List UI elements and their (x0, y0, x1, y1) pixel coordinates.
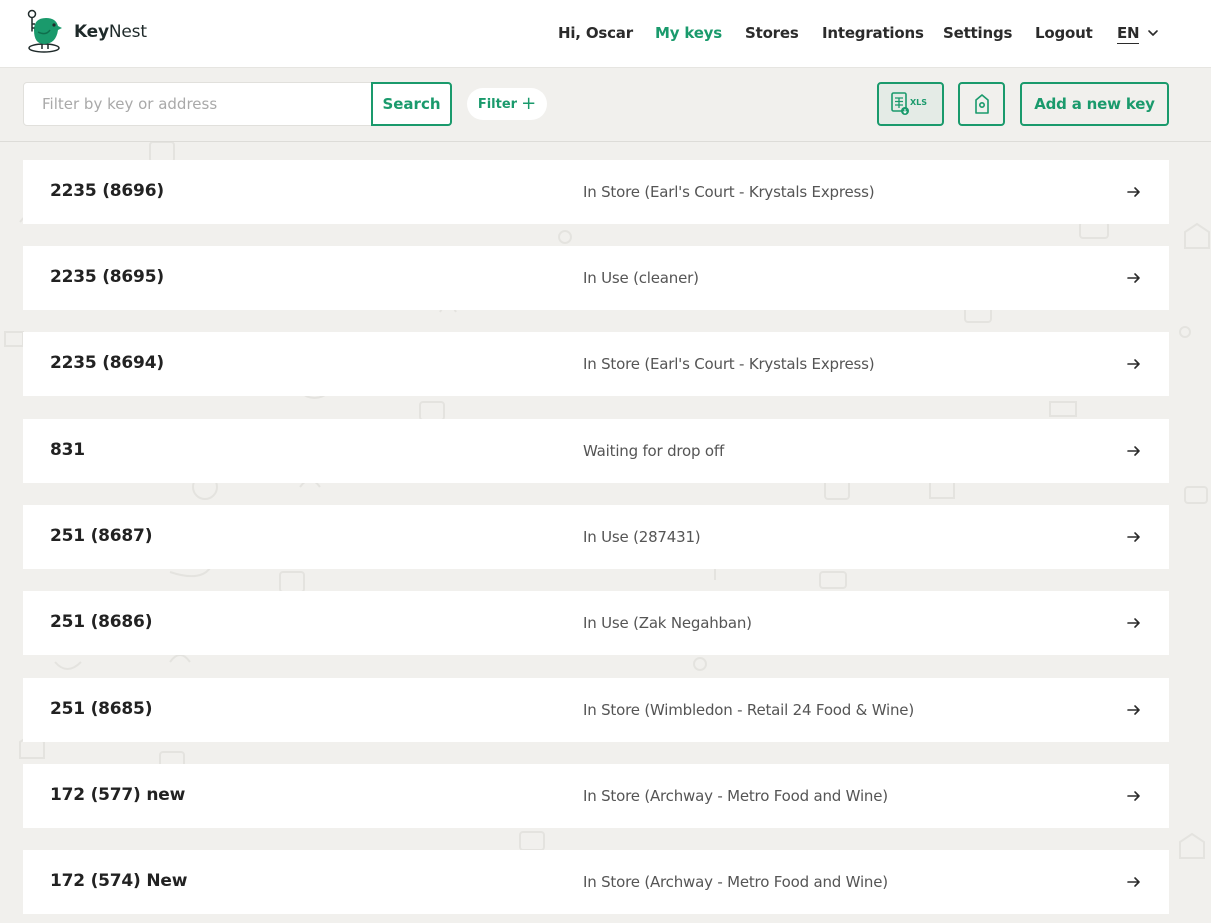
key-name: 831 (50, 440, 85, 460)
key-tag-icon (974, 94, 989, 114)
key-name: 2235 (8694) (50, 353, 164, 373)
key-status: In Store (Archway - Metro Food and Wine) (583, 787, 888, 805)
arrow-right-icon[interactable] (1126, 270, 1142, 286)
key-status: In Store (Earl's Court - Krystals Expres… (583, 183, 875, 201)
spreadsheet-export-icon: XLS (890, 92, 927, 115)
key-row[interactable]: 2235 (8696) In Store (Earl's Court - Kry… (23, 160, 1169, 224)
key-row[interactable]: 831 Waiting for drop off (23, 419, 1169, 483)
filter-label: Filter (477, 96, 518, 112)
key-status: In Store (Earl's Court - Krystals Expres… (583, 355, 875, 373)
brand-name: KeyNest (74, 22, 147, 42)
greeting-text: Hi, Oscar (558, 24, 633, 42)
key-row[interactable]: 2235 (8695) In Use (cleaner) (23, 246, 1169, 310)
key-status: In Use (cleaner) (583, 269, 699, 287)
keynest-logo[interactable]: KeyNest (24, 8, 147, 56)
key-name: 172 (577) new (50, 785, 186, 805)
xls-label: XLS (910, 98, 927, 107)
key-row[interactable]: 251 (8687) In Use (287431) (23, 505, 1169, 569)
key-status: In Use (287431) (583, 528, 701, 546)
toolbar: Search Filter + XLS Add a new key (0, 68, 1211, 142)
nav-my-keys[interactable]: My keys (655, 24, 722, 42)
arrow-right-icon[interactable] (1126, 356, 1142, 372)
nav-integrations[interactable]: Integrations (822, 24, 924, 42)
nav-stores[interactable]: Stores (745, 24, 799, 42)
key-status: In Use (Zak Negahban) (583, 614, 752, 632)
arrow-right-icon[interactable] (1126, 788, 1142, 804)
arrow-right-icon[interactable] (1126, 529, 1142, 545)
nav-logout[interactable]: Logout (1035, 24, 1093, 42)
add-new-key-button[interactable]: Add a new key (1020, 82, 1169, 126)
key-name: 2235 (8695) (50, 267, 164, 287)
filter-button[interactable]: Filter + (467, 88, 547, 120)
key-tag-button[interactable] (958, 82, 1005, 126)
bird-logo-icon (27, 9, 62, 53)
arrow-right-icon[interactable] (1126, 443, 1142, 459)
arrow-right-icon[interactable] (1126, 874, 1142, 890)
key-name: 251 (8685) (50, 699, 153, 719)
key-row[interactable]: 172 (577) new In Store (Archway - Metro … (23, 764, 1169, 828)
export-xls-button[interactable]: XLS (877, 82, 944, 126)
key-row[interactable]: 172 (574) New In Store (Archway - Metro … (23, 850, 1169, 914)
key-name: 251 (8687) (50, 526, 153, 546)
nav-settings[interactable]: Settings (943, 24, 1012, 42)
key-status: In Store (Archway - Metro Food and Wine) (583, 873, 888, 891)
search-button[interactable]: Search (371, 82, 452, 126)
key-name: 251 (8686) (50, 612, 153, 632)
plus-icon: + (521, 93, 537, 114)
key-row[interactable]: 2235 (8694) In Store (Earl's Court - Kry… (23, 332, 1169, 396)
key-status: Waiting for drop off (583, 442, 725, 460)
arrow-right-icon[interactable] (1126, 184, 1142, 200)
chevron-down-icon[interactable] (1146, 26, 1160, 40)
key-row[interactable]: 251 (8685) In Store (Wimbledon - Retail … (23, 678, 1169, 742)
arrow-right-icon[interactable] (1126, 702, 1142, 718)
key-status: In Store (Wimbledon - Retail 24 Food & W… (583, 701, 914, 719)
key-row[interactable]: 251 (8686) In Use (Zak Negahban) (23, 591, 1169, 655)
key-name: 172 (574) New (50, 871, 188, 891)
key-name: 2235 (8696) (50, 181, 164, 201)
search-input[interactable] (24, 83, 371, 125)
arrow-right-icon[interactable] (1126, 615, 1142, 631)
top-header: KeyNest Hi, Oscar My keys Stores Integra… (0, 0, 1211, 68)
language-selector[interactable]: EN (1117, 24, 1140, 44)
search-box: Search (23, 82, 452, 126)
